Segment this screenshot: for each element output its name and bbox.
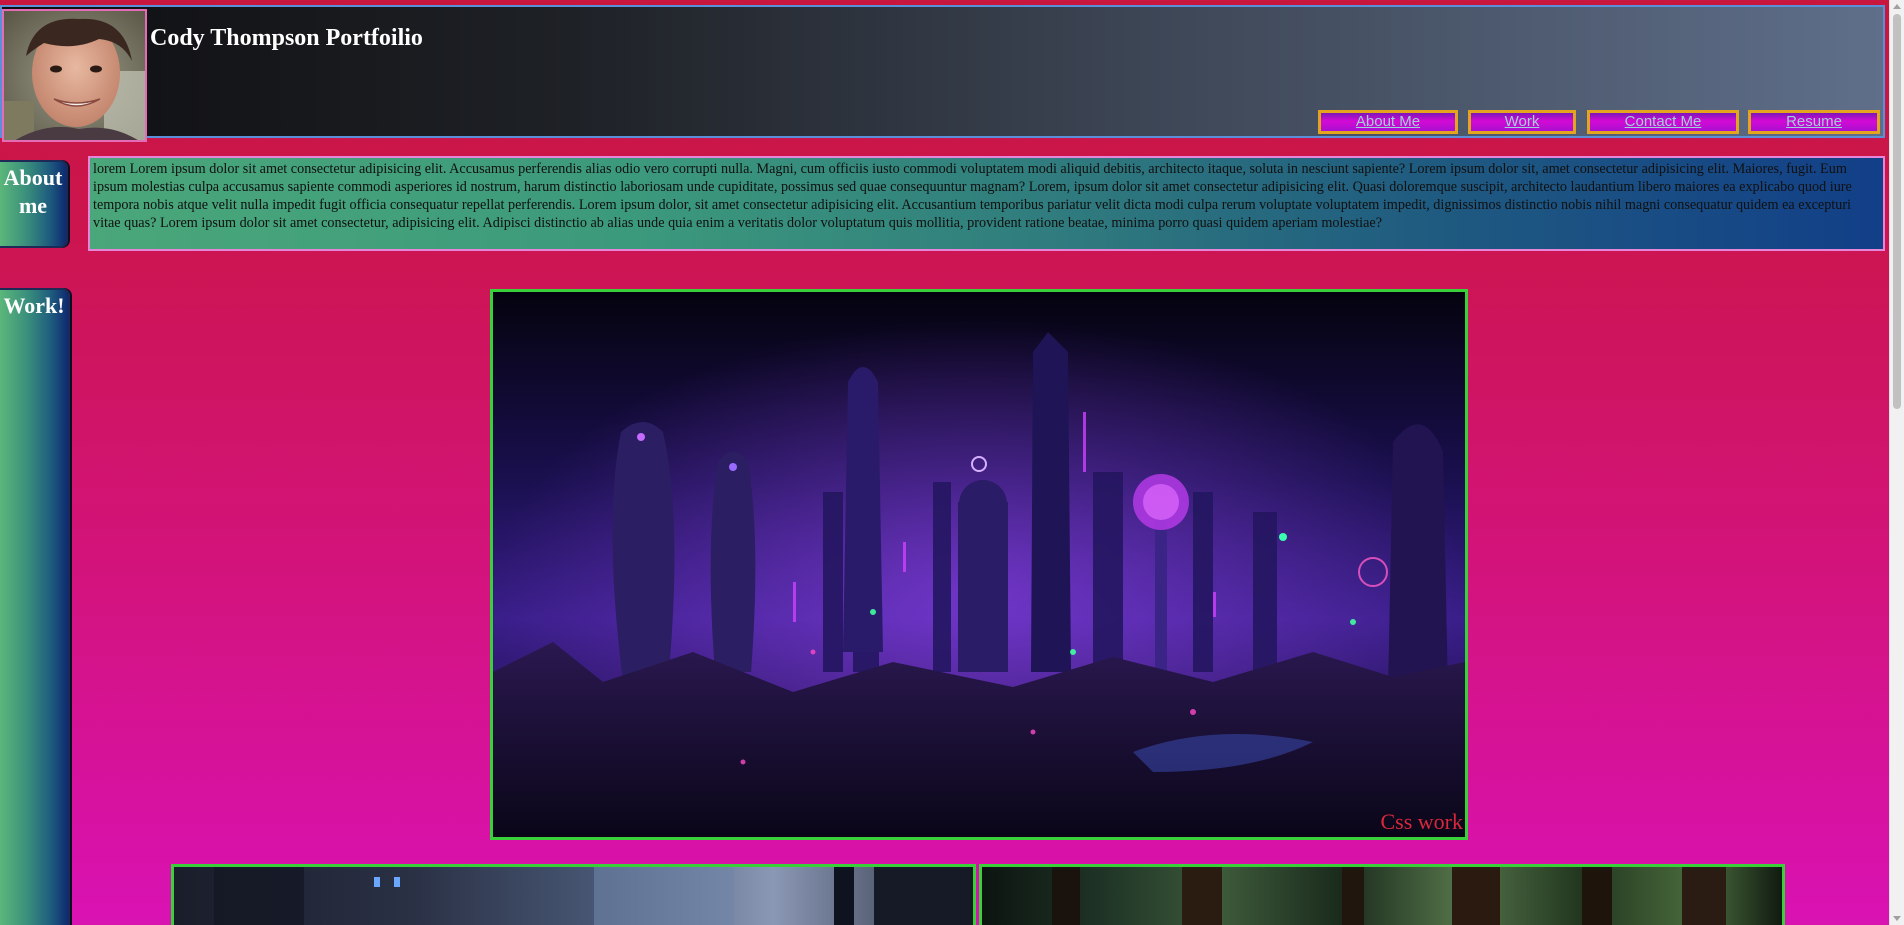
- avatar-photo-icon: [4, 11, 145, 140]
- work-caption: Css work: [1380, 809, 1463, 834]
- work-thumb-cyberpunk[interactable]: [171, 864, 976, 925]
- avatar: [2, 9, 147, 142]
- neon-city-image-icon: [493, 292, 1465, 837]
- page-scrollbar[interactable]: [1889, 0, 1904, 925]
- about-section-label: About me: [0, 160, 68, 248]
- page-title: Cody Thompson Portfoilio: [150, 25, 423, 51]
- scroll-up-icon[interactable]: [1893, 4, 1901, 9]
- work-thumb-forest[interactable]: [979, 864, 1785, 925]
- cyberpunk-street-image-icon: [214, 867, 973, 925]
- forest-image-icon: [1052, 867, 1726, 925]
- scrollbar-thumb[interactable]: [1893, 14, 1901, 409]
- nav-contact-me-button[interactable]: Contact Me: [1587, 110, 1739, 134]
- work-section-label: Work!: [0, 288, 70, 925]
- nav-work-button[interactable]: Work: [1468, 110, 1576, 134]
- work-main-card[interactable]: Css work: [490, 289, 1468, 840]
- scroll-down-icon[interactable]: [1893, 916, 1901, 921]
- about-text: lorem Lorem ipsum dolor sit amet consect…: [88, 156, 1885, 251]
- nav-about-me-button[interactable]: About Me: [1318, 110, 1458, 134]
- nav-resume-button[interactable]: Resume: [1748, 110, 1880, 134]
- site-header: Cody Thompson Portfoilio About Me Work C…: [0, 5, 1885, 142]
